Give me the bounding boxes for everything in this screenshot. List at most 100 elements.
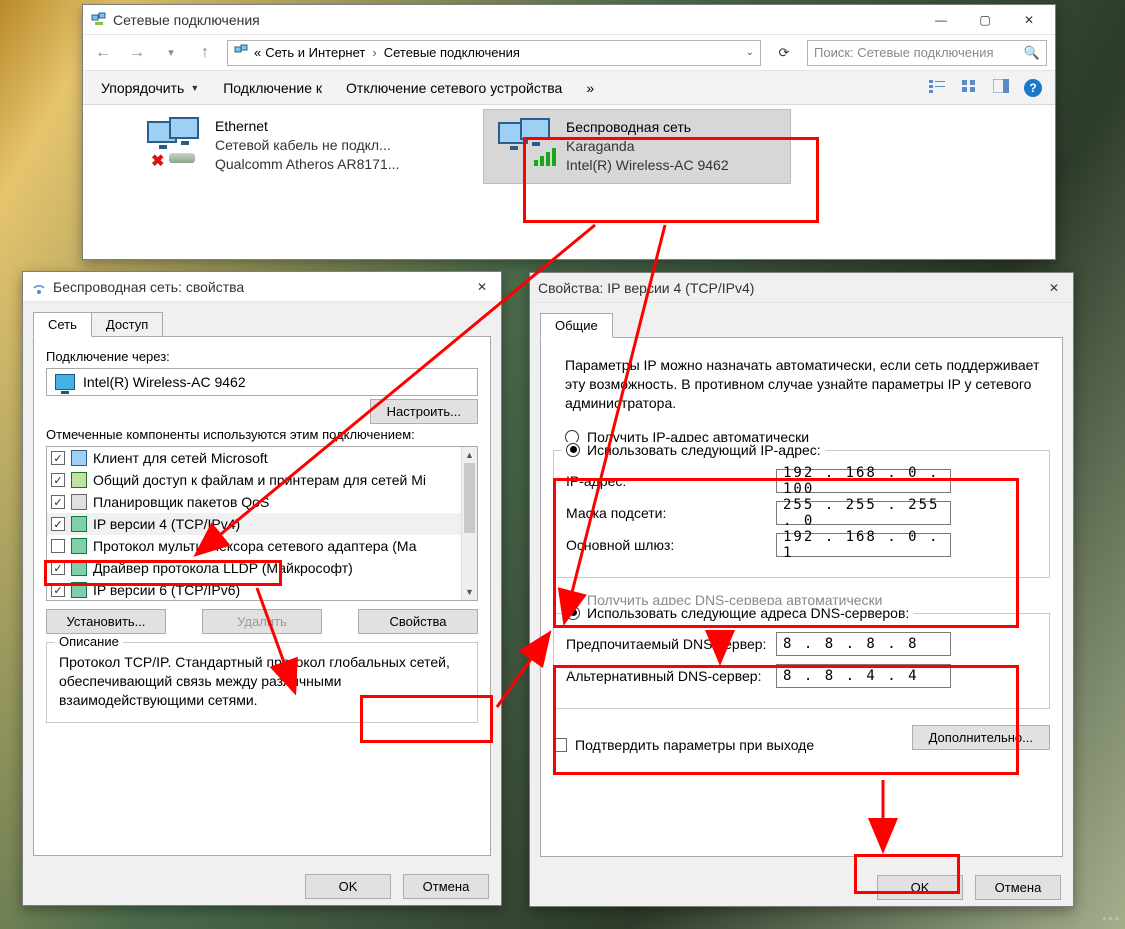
list-item: Клиент для сетей Microsoft [47, 447, 461, 469]
window-title: Беспроводная сеть: свойства [53, 279, 244, 295]
tab-network[interactable]: Сеть [33, 312, 92, 337]
install-button[interactable]: Установить... [46, 609, 166, 634]
cancel-button[interactable]: Отмена [975, 875, 1061, 900]
overflow-label: » [586, 80, 594, 96]
close-button[interactable]: ✕ [1039, 274, 1069, 302]
item-label: Клиент для сетей Microsoft [93, 450, 268, 466]
uninstall-button: Удалить [202, 609, 322, 634]
validate-checkbox[interactable]: Подтвердить параметры при выходе [553, 737, 814, 753]
advanced-button[interactable]: Дополнительно... [912, 725, 1050, 750]
up-button[interactable]: ↑ [193, 44, 217, 62]
mask-input[interactable]: 255 . 255 . 255 . 0 [776, 501, 951, 525]
ok-button[interactable]: OK [305, 874, 391, 899]
dns2-input[interactable]: 8 . 8 . 4 . 4 [776, 664, 951, 688]
help-button[interactable]: ? [1019, 79, 1047, 97]
protocol-icon [71, 538, 87, 554]
ip-input[interactable]: 192 . 168 . 0 . 100 [776, 469, 951, 493]
adapter-box: Intel(R) Wireless-AC 9462 [46, 368, 478, 396]
watermark: *** [1102, 915, 1121, 927]
organize-label: Упорядочить [101, 80, 184, 96]
chevron-down-icon[interactable]: ⌄ [746, 47, 754, 58]
folder-icon [234, 43, 250, 62]
description-group: Описание Протокол TCP/IP. Стандартный пр… [46, 642, 478, 723]
item-label: IP версии 6 (TCP/IPv6) [93, 582, 240, 598]
components-list[interactable]: Клиент для сетей Microsoft Общий доступ … [46, 446, 478, 601]
nav-row: ← → ▾ ↑ « Сеть и Интернет › Сетевые подк… [83, 35, 1055, 71]
static-dns-group: Использовать следующие адреса DNS-сервер… [553, 613, 1050, 709]
checkbox-icon [553, 738, 567, 752]
description-text: Протокол TCP/IP. Стандартный протокол гл… [59, 653, 465, 710]
titlebar[interactable]: Сетевые подключения — ▢ ✕ [83, 5, 1055, 35]
connect-label: Подключение к [223, 80, 322, 96]
checkbox[interactable] [51, 495, 65, 509]
tab-access[interactable]: Доступ [91, 312, 163, 337]
minimize-button[interactable]: — [919, 6, 963, 34]
recent-button[interactable]: ▾ [159, 46, 183, 59]
radio-label: Использовать следующий IP-адрес: [587, 442, 821, 458]
checkbox[interactable] [51, 451, 65, 465]
address-bar[interactable]: « Сеть и Интернет › Сетевые подключения … [227, 40, 761, 66]
scroll-down-icon[interactable]: ▼ [462, 584, 477, 600]
share-icon [71, 472, 87, 488]
connection-wifi[interactable]: Беспроводная сеть Karaganda Intel(R) Wir… [483, 109, 791, 184]
titlebar[interactable]: Беспроводная сеть: свойства ✕ [23, 272, 501, 302]
crumb-prefix: « [254, 45, 261, 60]
gateway-input[interactable]: 192 . 168 . 0 . 1 [776, 533, 951, 557]
checkbox[interactable] [51, 473, 65, 487]
disable-device-button[interactable]: Отключение сетевого устройства [336, 76, 572, 100]
wifi-icon [496, 118, 556, 168]
dns2-label: Альтернативный DNS-сервер: [566, 668, 776, 684]
properties-button[interactable]: Свойства [358, 609, 478, 634]
checkbox[interactable] [51, 583, 65, 597]
components-label: Отмеченные компоненты используются этим … [46, 427, 478, 442]
preview-pane-button[interactable] [987, 79, 1015, 96]
protocol-icon [71, 582, 87, 598]
overflow-button[interactable]: » [576, 76, 604, 100]
gw-label: Основной шлюз: [566, 537, 776, 553]
list-item: Планировщик пакетов QoS [47, 491, 461, 513]
crumb-2[interactable]: Сетевые подключения [384, 45, 520, 60]
forward-button[interactable]: → [125, 44, 149, 62]
tab-general[interactable]: Общие [540, 313, 613, 338]
connect-to-button[interactable]: Подключение к [213, 76, 332, 100]
checkbox[interactable] [51, 539, 65, 553]
scrollbar[interactable]: ▲ ▼ [461, 447, 477, 600]
dns1-label: Предпочитаемый DNS-сервер: [566, 636, 776, 652]
ip-label: IP-адрес: [566, 473, 776, 489]
search-input[interactable]: Поиск: Сетевые подключения 🔍 [807, 40, 1047, 66]
qos-icon [71, 494, 87, 510]
crumb-1[interactable]: Сеть и Интернет [265, 45, 365, 60]
radio-static-dns[interactable] [566, 606, 580, 620]
configure-button[interactable]: Настроить... [370, 399, 478, 424]
back-button[interactable]: ← [91, 44, 115, 62]
ethernet-adapter: Qualcomm Atheros AR8171... [215, 155, 399, 174]
close-button[interactable]: ✕ [1007, 6, 1051, 34]
organize-button[interactable]: Упорядочить▼ [91, 76, 209, 100]
item-label: Общий доступ к файлам и принтерам для се… [93, 472, 426, 488]
close-button[interactable]: ✕ [467, 273, 497, 301]
cancel-button[interactable]: Отмена [403, 874, 489, 899]
titlebar[interactable]: Свойства: IP версии 4 (TCP/IPv4) ✕ [530, 273, 1073, 303]
refresh-button[interactable]: ⟳ [771, 45, 797, 61]
maximize-button[interactable]: ▢ [963, 6, 1007, 34]
scroll-up-icon[interactable]: ▲ [462, 447, 477, 463]
item-label: IP версии 4 (TCP/IPv4) [93, 516, 240, 532]
intro-text: Параметры IP можно назначать автоматичес… [565, 356, 1046, 413]
list-item: Общий доступ к файлам и принтерам для се… [47, 469, 461, 491]
connection-ethernet[interactable]: ✖ Ethernet Сетевой кабель не подкл... Qu… [133, 109, 453, 182]
item-label: Драйвер протокола LLDP (Майкрософт) [93, 560, 353, 576]
ok-button[interactable]: OK [877, 875, 963, 900]
dns1-input[interactable]: 8 . 8 . 8 . 8 [776, 632, 951, 656]
window-adapter-properties: Беспроводная сеть: свойства ✕ Сеть Досту… [22, 271, 502, 906]
view-details-button[interactable] [923, 79, 951, 96]
client-icon [71, 450, 87, 466]
checkbox[interactable] [51, 561, 65, 575]
radio-static-ip[interactable] [566, 443, 580, 457]
ethernet-name: Ethernet [215, 117, 399, 136]
adapter-icon [55, 374, 75, 390]
checkbox[interactable] [51, 517, 65, 531]
scroll-thumb[interactable] [464, 463, 475, 533]
list-item: IP версии 6 (TCP/IPv6) [47, 579, 461, 601]
chevron-right-icon: › [372, 45, 376, 60]
view-tiles-button[interactable] [955, 79, 983, 96]
